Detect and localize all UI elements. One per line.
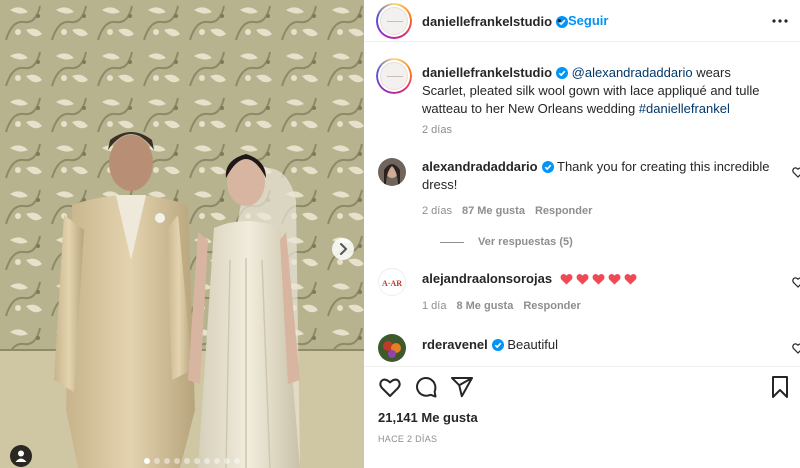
caption-hashtag-link[interactable]: #daniellefrankel xyxy=(639,101,730,116)
verified-badge-icon xyxy=(541,161,554,173)
avatar-photo xyxy=(378,158,406,186)
replies-divider xyxy=(440,241,464,243)
view-replies-label: Ver respuestas (5) xyxy=(478,236,573,248)
red-heart-emoji-icon xyxy=(624,273,637,285)
carousel-dot xyxy=(224,458,230,464)
commenter-avatar[interactable] xyxy=(378,158,406,186)
share-icon[interactable] xyxy=(450,375,474,399)
comment-meta: 2 días 87 Me gusta Responder xyxy=(422,205,602,217)
comment-username[interactable]: rderavenel xyxy=(422,337,488,352)
tag-person-icon xyxy=(15,450,27,462)
caption-time[interactable]: 2 días xyxy=(422,124,452,136)
comment-like-heart-icon[interactable] xyxy=(792,276,800,288)
caption-text: daniellefrankelstudio @alexandradaddario… xyxy=(422,64,774,118)
red-heart-emoji-icon xyxy=(592,273,605,285)
carousel-dot xyxy=(174,458,180,464)
carousel-dot xyxy=(194,458,200,464)
post-photo[interactable] xyxy=(0,0,364,468)
caption-avatar[interactable] xyxy=(376,58,412,94)
chevron-right-icon xyxy=(340,243,348,255)
follow-button[interactable]: Seguir xyxy=(568,13,608,28)
comment-time[interactable]: 1 día xyxy=(422,300,446,312)
author-name-group: daniellefrankelstudio xyxy=(422,13,569,31)
avatar-photo xyxy=(378,334,406,362)
post-actions-bar: 21,141 Me gusta HACE 2 DÍAS xyxy=(364,366,800,468)
comment-item: rderavenel Beautiful xyxy=(378,334,800,364)
comment-like-heart-icon[interactable] xyxy=(792,166,800,178)
like-count[interactable]: 21,141 Me gusta xyxy=(378,410,478,425)
carousel-dot xyxy=(144,458,150,464)
comment-text: rderavenel Beautiful xyxy=(422,336,774,354)
comment-item: A·AR alejandraalonsorojas 1 día 8 Me gust… xyxy=(378,268,800,318)
heart-icon[interactable] xyxy=(378,375,402,399)
more-options-icon[interactable] xyxy=(770,12,790,30)
bookmark-icon[interactable] xyxy=(768,375,792,399)
red-heart-emoji-icon xyxy=(560,273,573,285)
caption-mention-link[interactable]: @alexandradaddario xyxy=(572,65,693,80)
commenter-avatar[interactable] xyxy=(378,334,406,362)
heart-emoji-group xyxy=(560,273,637,285)
carousel-dot xyxy=(184,458,190,464)
red-heart-emoji-icon xyxy=(576,273,589,285)
comment-time[interactable]: 2 días xyxy=(422,205,452,217)
carousel-dot xyxy=(214,458,220,464)
carousel-dot xyxy=(154,458,160,464)
caption-meta: 2 días xyxy=(422,124,462,136)
svg-text:A·AR: A·AR xyxy=(382,279,402,288)
tagged-people-button[interactable] xyxy=(10,445,32,467)
carousel-dot xyxy=(234,458,240,464)
red-heart-emoji-icon xyxy=(608,273,621,285)
comment-icon[interactable] xyxy=(414,375,438,399)
studio-logo xyxy=(380,7,408,35)
comment-meta: 1 día 8 Me gusta Responder xyxy=(422,300,591,312)
author-username[interactable]: daniellefrankelstudio xyxy=(422,14,552,29)
view-replies-button[interactable]: Ver respuestas (5) xyxy=(440,236,573,248)
carousel-next-button[interactable] xyxy=(332,238,354,260)
instagram-post-modal: daniellefrankelstudio • Seguir daniellef… xyxy=(0,0,800,468)
carousel-dot xyxy=(204,458,210,464)
comment-body: Beautiful xyxy=(507,337,558,352)
separator-dot: • xyxy=(557,13,562,28)
comment-text: alejandraalonsorojas xyxy=(422,270,774,288)
comment-like-heart-icon[interactable] xyxy=(792,342,800,354)
commenter-avatar[interactable]: A·AR xyxy=(378,268,406,296)
comment-likes[interactable]: 87 Me gusta xyxy=(462,205,525,217)
post-caption: daniellefrankelstudio @alexandradaddario… xyxy=(376,58,790,140)
carousel-dot xyxy=(164,458,170,464)
reply-button[interactable]: Responder xyxy=(535,205,592,217)
comment-item: alexandradaddario Thank you for creating… xyxy=(378,158,800,254)
reply-button[interactable]: Responder xyxy=(523,300,580,312)
avatar-logo: A·AR xyxy=(382,279,402,288)
comment-username[interactable]: alexandradaddario xyxy=(422,159,538,174)
carousel-indicator xyxy=(144,458,240,464)
post-timestamp[interactable]: HACE 2 DÍAS xyxy=(378,434,437,444)
verified-badge-icon xyxy=(491,339,504,351)
post-header: daniellefrankelstudio • Seguir xyxy=(364,0,800,42)
wedding-photo xyxy=(0,0,364,468)
comment-likes[interactable]: 8 Me gusta xyxy=(456,300,513,312)
author-avatar[interactable] xyxy=(376,3,412,39)
verified-badge-icon xyxy=(556,67,569,79)
caption-username[interactable]: daniellefrankelstudio xyxy=(422,65,552,80)
comment-username[interactable]: alejandraalonsorojas xyxy=(422,271,552,286)
comment-text: alexandradaddario Thank you for creating… xyxy=(422,158,774,194)
post-details-panel: daniellefrankelstudio • Seguir daniellef… xyxy=(364,0,800,468)
